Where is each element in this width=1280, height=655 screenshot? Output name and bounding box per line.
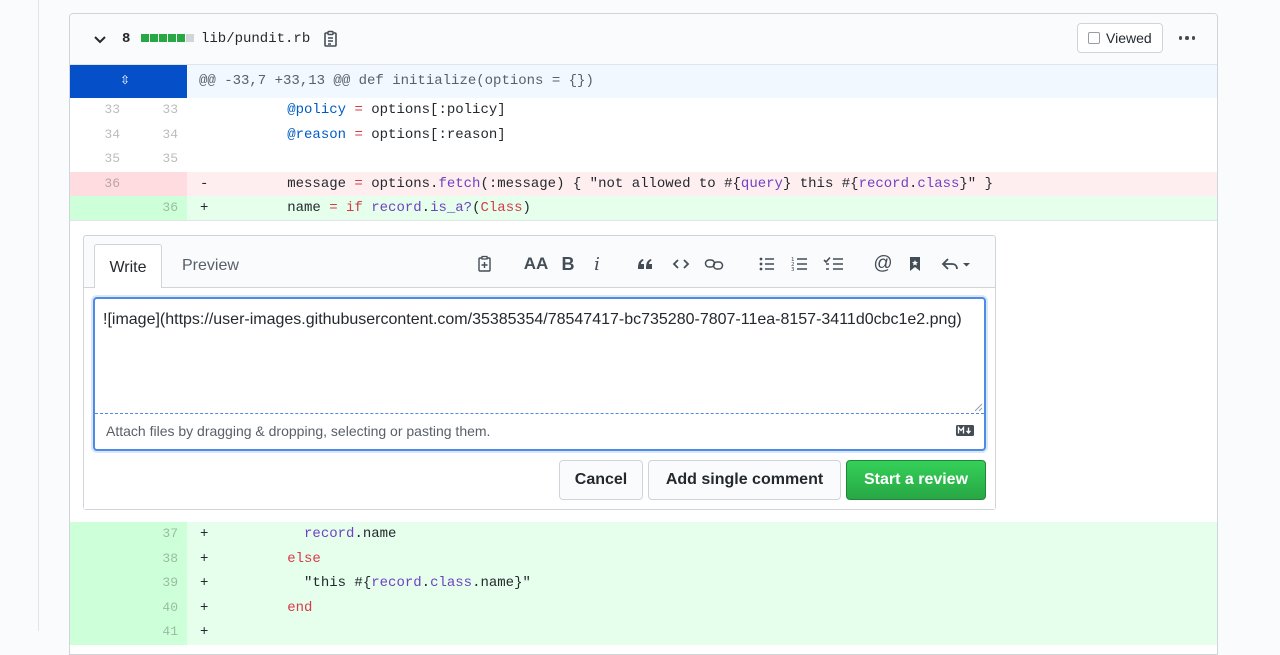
- new-line-number[interactable]: 38: [128, 547, 178, 572]
- start-review-button[interactable]: Start a review: [846, 460, 986, 500]
- diffstat-block: [141, 34, 149, 42]
- code-line: @policy = options[:policy]: [287, 102, 506, 118]
- new-line-number[interactable]: 35: [128, 147, 178, 172]
- diffstat: [141, 34, 194, 42]
- diff-line-add: 38 + else: [70, 546, 1217, 572]
- old-line-number[interactable]: 35: [70, 147, 120, 172]
- diff-sign: +: [200, 624, 209, 640]
- diffstat-block: [150, 34, 158, 42]
- file-name-link[interactable]: lib/pundit.rb: [201, 30, 310, 48]
- unordered-list-icon[interactable]: [756, 252, 778, 276]
- link-icon[interactable]: [703, 252, 725, 276]
- diff-sign: +: [200, 599, 209, 616]
- diff-file: 8 lib/pundit.rb Viewed ⇳ @@ -33,7 +33,13…: [69, 13, 1218, 655]
- new-line-number[interactable]: 36: [128, 196, 178, 221]
- checkbox-box[interactable]: [1088, 32, 1100, 44]
- chevron-down-icon[interactable]: [92, 31, 108, 47]
- cancel-button[interactable]: Cancel: [559, 460, 643, 500]
- viewed-label: Viewed: [1106, 30, 1152, 46]
- diffstat-block: [177, 34, 185, 42]
- old-line-number[interactable]: 33: [70, 98, 120, 123]
- code-icon[interactable]: [670, 252, 692, 276]
- hunk-header: ⇳ @@ -33,7 +33,13 @@ def initialize(opti…: [70, 65, 1217, 98]
- saved-reply-bookmark-icon[interactable]: [904, 252, 926, 276]
- comment-form: Write Preview AA B i 1 2 3 @ ![image](ht…: [83, 235, 996, 510]
- code-line: record.name: [304, 526, 397, 542]
- new-line-number[interactable]: 39: [128, 571, 178, 596]
- file-header: 8 lib/pundit.rb Viewed: [70, 14, 1217, 65]
- new-line-number[interactable]: 41: [128, 620, 178, 645]
- inline-comment-row: Write Preview AA B i 1 2 3 @ ![image](ht…: [70, 220, 1217, 524]
- mention-icon[interactable]: @: [872, 252, 894, 276]
- copy-path-icon[interactable]: [321, 29, 341, 49]
- header-button[interactable]: AA: [524, 252, 549, 276]
- diff-sign: +: [200, 200, 209, 216]
- diff-line-add: 40 + end: [70, 595, 1217, 621]
- task-list-icon[interactable]: [822, 252, 846, 276]
- code-line: message = options.fetch(:message) { "not…: [220, 175, 994, 192]
- tab-preview[interactable]: Preview: [174, 254, 247, 278]
- diff-line-add: 39 + "this #{record.class.name}": [70, 571, 1217, 596]
- diff-line-add: 36 + name = if record.is_a?(Class): [70, 196, 1217, 221]
- comment-textarea[interactable]: ![image](https://user-images.githubuserc…: [93, 297, 986, 451]
- bold-button[interactable]: B: [557, 252, 579, 276]
- quote-icon[interactable]: [634, 252, 656, 276]
- code-line: "this #{record.class.name}": [220, 575, 531, 591]
- svg-text:3: 3: [791, 267, 795, 273]
- diff-line-ctx: 35 35: [70, 147, 1217, 172]
- new-line-number[interactable]: 40: [128, 596, 178, 621]
- code-line: @reason = options[:reason]: [287, 126, 506, 143]
- tab-write[interactable]: Write: [94, 244, 162, 290]
- diff-sign: -: [200, 175, 209, 192]
- resize-grip-icon[interactable]: [973, 402, 983, 412]
- insert-template-icon[interactable]: [474, 252, 496, 276]
- old-line-number[interactable]: 34: [70, 123, 120, 148]
- add-single-comment-button[interactable]: Add single comment: [648, 460, 841, 500]
- changes-count: 8: [122, 31, 131, 47]
- diff-line-del: 36 - message = options.fetch(:message) { …: [70, 171, 1217, 197]
- ordered-list-icon[interactable]: 123: [789, 252, 811, 276]
- diff-sign: +: [200, 526, 209, 542]
- diffstat-block: [168, 34, 176, 42]
- old-line-number[interactable]: 36: [70, 172, 120, 197]
- code-line: else: [287, 550, 321, 567]
- code-line: end: [287, 599, 313, 616]
- new-line-number[interactable]: 37: [128, 522, 178, 547]
- diffstat-block: [186, 34, 194, 42]
- diff-line-ctx: 34 34 @reason = options[:reason]: [70, 123, 1217, 148]
- new-line-number[interactable]: 34: [128, 123, 178, 148]
- diff-line-ctx: 33 33 @policy = options[:policy]: [70, 98, 1217, 123]
- expand-icon[interactable]: ⇳: [120, 73, 130, 89]
- diff-sign: +: [200, 575, 209, 591]
- diff-line-add: 41 +: [70, 620, 1217, 645]
- viewed-checkbox[interactable]: Viewed: [1077, 23, 1163, 53]
- hunk-text: @@ -33,7 +33,13 @@ def initialize(option…: [199, 73, 594, 89]
- kebab-menu-icon[interactable]: [1175, 28, 1199, 48]
- new-line-number[interactable]: 33: [128, 98, 178, 123]
- italic-button[interactable]: i: [586, 252, 608, 276]
- reply-dropdown-icon[interactable]: [940, 252, 974, 276]
- diffstat-block: [159, 34, 167, 42]
- diff-line-add: 37 + record.name: [70, 522, 1217, 547]
- page-left-rule: [38, 0, 39, 631]
- attach-divider: [95, 413, 984, 414]
- comment-textarea-value[interactable]: ![image](https://user-images.githubuserc…: [103, 307, 963, 333]
- diff-sign: +: [200, 550, 209, 567]
- markdown-icon[interactable]: [956, 425, 974, 436]
- code-line: name = if record.is_a?(Class): [220, 200, 531, 216]
- attach-files-hint[interactable]: Attach files by dragging & dropping, sel…: [106, 423, 490, 439]
